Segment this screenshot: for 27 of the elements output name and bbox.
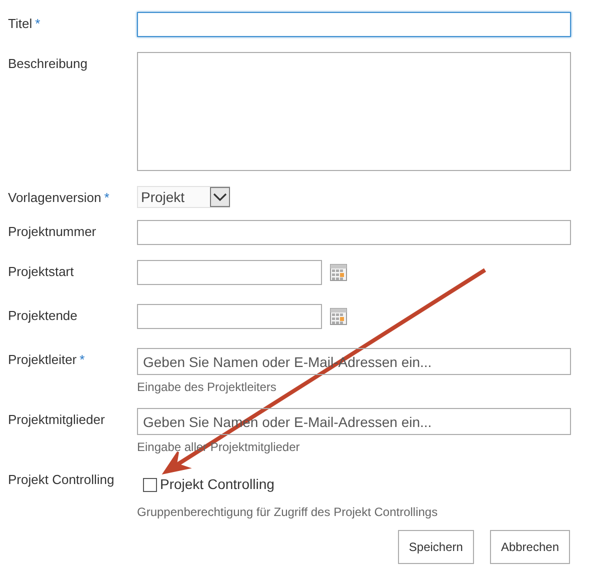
date-field[interactable] <box>137 304 322 329</box>
required-mark: * <box>35 16 40 31</box>
text-field[interactable] <box>137 220 571 245</box>
field-label: Projekt Controlling <box>8 472 114 487</box>
field-label: Beschreibung <box>8 56 88 71</box>
field-label: Projektmitglieder <box>8 412 105 427</box>
chevron-down-icon <box>210 187 230 207</box>
template-dropdown[interactable]: Projekt <box>137 186 230 208</box>
field-label: Titel <box>8 16 32 31</box>
field-label: Projektleiter <box>8 352 77 367</box>
field-hint: Eingabe des Projektleiters <box>137 379 278 396</box>
form-button[interactable]: Abbrechen <box>490 530 570 564</box>
field-label: Projektende <box>8 308 78 323</box>
field-label: Vorlagenversion <box>8 190 102 205</box>
date-field[interactable] <box>137 260 322 285</box>
description-field[interactable] <box>137 52 571 171</box>
field-label: Projektstart <box>8 264 74 279</box>
checkbox-label[interactable]: Projekt Controlling <box>160 474 274 495</box>
text-field[interactable] <box>137 12 571 37</box>
required-mark: * <box>80 352 85 367</box>
calendar-icon[interactable] <box>330 264 347 281</box>
form-button[interactable]: Speichern <box>398 530 474 564</box>
required-mark: * <box>104 190 110 205</box>
field-label: Projektnummer <box>8 224 96 239</box>
calendar-icon[interactable] <box>330 308 347 325</box>
checkbox[interactable] <box>143 478 157 492</box>
field-hint: Gruppenberechtigung für Zugriff des Projekt Controllings <box>137 504 438 521</box>
